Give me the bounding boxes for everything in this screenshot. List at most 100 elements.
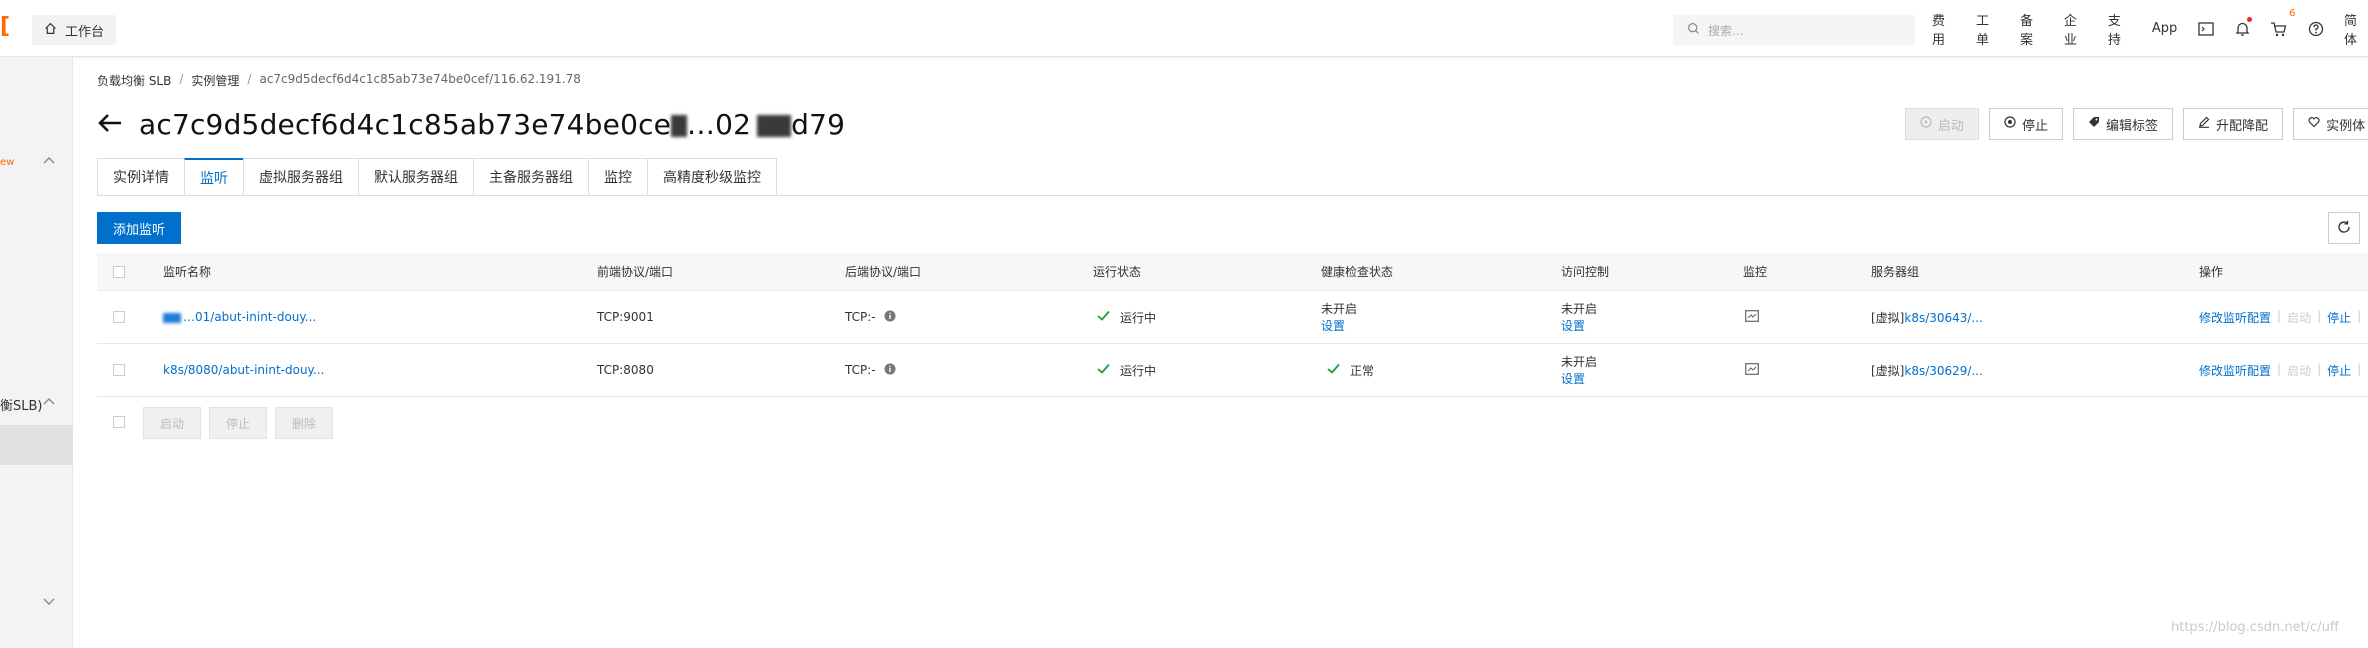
tab-master-slave-group[interactable]: 主备服务器组 — [473, 158, 588, 196]
start-listener-link[interactable]: 启动 — [2287, 309, 2311, 326]
chevron-up-icon[interactable] — [42, 153, 56, 169]
cart-icon[interactable]: 6 — [2270, 8, 2295, 38]
acl-cell: 未开启 设置 — [1561, 302, 1597, 333]
start-listener-link[interactable]: 启动 — [2287, 362, 2311, 379]
nav-app[interactable]: App — [2152, 21, 2177, 36]
status-text: 运行中 — [1120, 310, 1157, 325]
health-status: 正常 — [1350, 363, 1375, 378]
workbench-button[interactable]: 工作台 — [32, 15, 117, 45]
modify-listener-link[interactable]: 修改监听配置 — [2199, 362, 2271, 379]
page-title-tail: .‥02 — [687, 108, 752, 141]
batch-stop-button[interactable]: 停止 — [209, 407, 268, 439]
monitor-chart-icon[interactable] — [1745, 362, 1759, 378]
help-icon[interactable] — [2307, 20, 2324, 38]
nav-billing[interactable]: 费用 — [1932, 10, 1956, 48]
nav-tickets[interactable]: 工单 — [1976, 10, 2000, 48]
terminal-icon[interactable] — [2197, 20, 2214, 38]
language-switch[interactable]: 简体 — [2344, 10, 2368, 48]
refresh-button[interactable] — [2328, 212, 2360, 244]
add-listener-button[interactable]: 添加监听 — [97, 212, 182, 244]
redaction-mask — [163, 312, 181, 323]
ops-divider: | — [2317, 361, 2322, 376]
monitor-chart-icon[interactable] — [1745, 309, 1759, 325]
stop-listener-link[interactable]: 停止 — [2327, 309, 2351, 326]
ops-divider: | — [2357, 361, 2362, 376]
server-group-cell: [虚拟]k8s/30643/... — [1871, 309, 1983, 326]
new-tag: ew — [0, 157, 15, 168]
batch-start-button[interactable]: 启动 — [143, 407, 202, 439]
health-cell: 未开启 设置 — [1321, 302, 1357, 333]
status-cell: 运行中 — [1097, 362, 1156, 379]
acl-settings-link[interactable]: 设置 — [1561, 372, 1597, 386]
tab-monitoring[interactable]: 监控 — [588, 158, 647, 196]
page-title-text: ac7c9d5decf6d4c1c85ab73e74be0ce — [139, 108, 672, 141]
info-icon[interactable] — [884, 363, 896, 378]
stop-listener-link[interactable]: 停止 — [2327, 362, 2351, 379]
sidebar: ew 衡SLB) — [0, 57, 73, 648]
col-status: 运行状态 — [1093, 265, 1142, 279]
redaction-mask — [671, 115, 688, 137]
chevron-up-icon[interactable] — [42, 394, 56, 410]
col-ops: 操作 — [2199, 265, 2224, 279]
breadcrumb-instances[interactable]: 实例管理 — [191, 72, 239, 89]
search-input[interactable]: 搜索... — [1673, 15, 1915, 45]
acl-status: 未开启 — [1561, 301, 1598, 316]
bell-icon[interactable] — [2234, 16, 2253, 38]
listener-name-link[interactable]: k8s/8080/abut-inint-douy... — [163, 363, 324, 377]
nav-icp[interactable]: 备案 — [2020, 10, 2044, 48]
ops-divider: | — [2357, 308, 2362, 323]
upgrade-label: 升配降配 — [2216, 118, 2269, 134]
acl-status: 未开启 — [1561, 354, 1598, 369]
nav-support[interactable]: 支持 — [2108, 10, 2132, 48]
frontend-port: TCP:8080 — [597, 363, 654, 377]
health-settings-link[interactable]: 设置 — [1321, 319, 1357, 333]
tag-icon — [2088, 116, 2100, 132]
stop-label: 停止 — [2022, 118, 2049, 134]
col-health: 健康检查状态 — [1321, 265, 1394, 279]
server-group-cell: [虚拟]k8s/30629/... — [1871, 362, 1983, 379]
tab-vserver-groups[interactable]: 虚拟服务器组 — [243, 158, 358, 196]
sidebar-item-active[interactable] — [0, 425, 73, 465]
edit-tags-button[interactable]: 编辑标签 — [2073, 108, 2174, 140]
sidebar-item-slb[interactable]: 衡SLB) — [0, 395, 43, 414]
batch-select-checkbox[interactable] — [113, 416, 125, 428]
nav-enterprise[interactable]: 企业 — [2064, 10, 2088, 48]
tab-default-server-group[interactable]: 默认服务器组 — [358, 158, 473, 196]
info-icon[interactable] — [884, 310, 896, 325]
status-cell: 运行中 — [1097, 309, 1156, 326]
start-button[interactable]: 启动 — [1905, 108, 1980, 140]
col-acl: 访问控制 — [1561, 265, 1610, 279]
row-checkbox[interactable] — [113, 364, 125, 376]
back-arrow-icon[interactable] — [97, 108, 123, 142]
row-checkbox[interactable] — [113, 311, 125, 323]
server-group-link[interactable]: k8s/30643/... — [1904, 311, 1983, 325]
breadcrumb-slb[interactable]: 负载均衡 SLB — [97, 72, 171, 89]
tab-divider — [97, 195, 2368, 196]
upgrade-button[interactable]: 升配降配 — [2183, 108, 2284, 140]
server-group-type: [虚拟] — [1871, 363, 1905, 378]
server-group-link[interactable]: k8s/30629/... — [1904, 364, 1983, 378]
table-header: 监听名称 前端协议/端口 后端协议/端口 运行状态 健康检查状态 访问控制 监控… — [97, 253, 2368, 291]
tab-instance-details[interactable]: 实例详情 — [97, 158, 184, 196]
acl-settings-link[interactable]: 设置 — [1561, 319, 1597, 333]
modify-listener-link[interactable]: 修改监听配置 — [2199, 309, 2271, 326]
backend-port: TCP:- — [845, 310, 876, 324]
batch-delete-button[interactable]: 删除 — [275, 407, 334, 439]
top-nav: 费用 工单 备案 企业 支持 App 6 简体 — [1932, 0, 2368, 57]
instance-label: 实例体 — [2326, 118, 2366, 134]
listener-name-link[interactable]: …01/abut-inint-douy... — [183, 310, 316, 324]
stop-button[interactable]: 停止 — [1989, 108, 2064, 140]
tab-listeners[interactable]: 监听 — [184, 158, 243, 196]
tab-second-monitoring[interactable]: 高精度秒级监控 — [647, 158, 777, 196]
backend-port-cell: TCP:- — [845, 363, 896, 378]
top-bar: [ 工作台 搜索... 费用 工单 备案 企业 支持 App 6 简体 — [0, 0, 2368, 57]
heart-icon — [2308, 116, 2320, 132]
select-all-checkbox[interactable] — [113, 265, 125, 278]
chevron-down-icon[interactable] — [42, 595, 56, 611]
ops-cell: 修改监听配置 | 启动 | 停止 | — [2199, 309, 2361, 326]
console-logo[interactable]: [ — [0, 14, 10, 40]
edit-tags-label: 编辑标签 — [2106, 118, 2159, 134]
ops-cell: 修改监听配置 | 启动 | 停止 | — [2199, 362, 2361, 379]
backend-port-cell: TCP:- — [845, 310, 896, 325]
instance-button[interactable]: 实例体 — [2293, 108, 2368, 140]
